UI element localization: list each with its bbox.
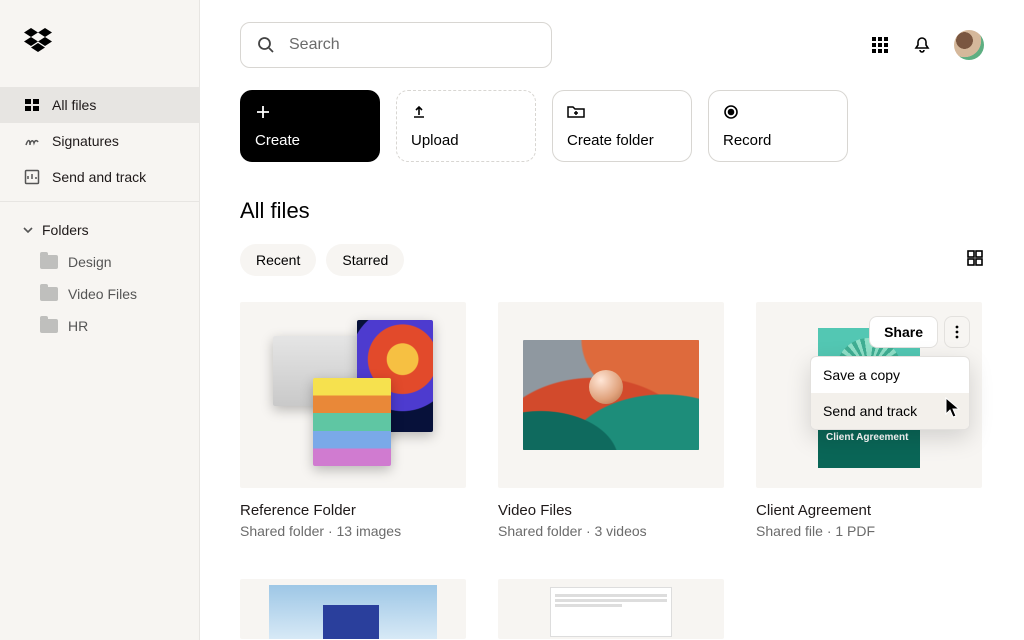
tile-thumbnail[interactable] [240,579,466,639]
folder-item-video[interactable]: Video Files [0,278,199,310]
avatar[interactable] [954,30,984,60]
nav-label: All files [52,97,96,113]
tile-reference-folder: Reference Folder Shared folder · 13 imag… [240,302,466,539]
nav-signatures[interactable]: Signatures [0,123,199,159]
nav-all-files[interactable]: All files [0,87,199,123]
signature-icon [24,133,40,149]
folder-item-hr[interactable]: HR [0,310,199,342]
record-button[interactable]: Record [708,90,848,162]
folder-label: Video Files [68,286,137,302]
folder-label: HR [68,318,88,334]
tile-row2-b [498,579,724,639]
tile-meta: Shared folder · 13 images [240,523,466,539]
chip-recent[interactable]: Recent [240,244,316,276]
upload-icon [411,103,429,121]
page-title: All files [240,198,984,224]
grid-view-icon[interactable] [966,249,984,272]
tile-video-files: Video Files Shared folder · 3 videos [498,302,724,539]
tile-thumbnail[interactable] [240,302,466,488]
share-button[interactable]: Share [869,316,938,348]
action-label: Create folder [567,132,677,149]
folder-icon [40,319,58,333]
apps-grid-icon[interactable] [870,35,890,55]
folders-header[interactable]: Folders [0,202,199,246]
folder-icon [40,255,58,269]
folder-plus-icon [567,103,585,121]
sidebar: All files Signatures Send and track Fold… [0,0,200,640]
action-label: Create [255,132,365,149]
search-icon [257,36,275,54]
analytics-icon [24,169,40,185]
bell-icon[interactable] [912,35,932,55]
folder-label: Design [68,254,112,270]
action-label: Upload [411,132,521,149]
main-content: Search Create Upload [200,0,1024,640]
cursor-icon [944,396,964,420]
create-folder-button[interactable]: Create folder [552,90,692,162]
header-actions [870,30,984,60]
search-placeholder: Search [289,36,340,54]
files-icon [24,97,40,113]
record-icon [723,103,741,121]
file-grid: Reference Folder Shared folder · 13 imag… [240,302,984,639]
tile-meta: Shared file · 1 PDF [756,523,982,539]
create-button[interactable]: Create [240,90,380,162]
nav-label: Signatures [52,133,119,149]
folder-item-design[interactable]: Design [0,246,199,278]
upload-button[interactable]: Upload [396,90,536,162]
tile-client-agreement: Client Agreement Share Save a copy Send … [756,302,982,539]
folder-icon [40,287,58,301]
filters-row: Recent Starred [240,244,984,276]
kebab-icon [955,325,959,339]
tile-thumbnail[interactable] [498,579,724,639]
plus-icon [255,103,273,121]
topbar: Search [240,22,984,68]
nav-label: Send and track [52,169,146,185]
tile-meta: Shared folder · 3 videos [498,523,724,539]
more-options-button[interactable] [944,316,970,348]
folders-header-label: Folders [42,222,89,238]
tile-thumbnail[interactable] [498,302,724,488]
dropbox-logo-icon [24,28,52,52]
chevron-down-icon [22,224,34,236]
menu-save-copy[interactable]: Save a copy [811,357,969,393]
tile-title[interactable]: Client Agreement [756,502,982,519]
nav-section: All files Signatures Send and track [0,87,199,202]
search-input[interactable]: Search [240,22,552,68]
chip-starred[interactable]: Starred [326,244,404,276]
action-label: Record [723,132,833,149]
tile-row2-a [240,579,466,639]
nav-send-and-track[interactable]: Send and track [0,159,199,195]
action-row: Create Upload Create folder Record [240,90,984,162]
tile-thumbnail[interactable]: Client Agreement Share Save a copy Send … [756,302,982,488]
tile-title[interactable]: Reference Folder [240,502,466,519]
tile-title[interactable]: Video Files [498,502,724,519]
logo[interactable] [0,0,199,87]
